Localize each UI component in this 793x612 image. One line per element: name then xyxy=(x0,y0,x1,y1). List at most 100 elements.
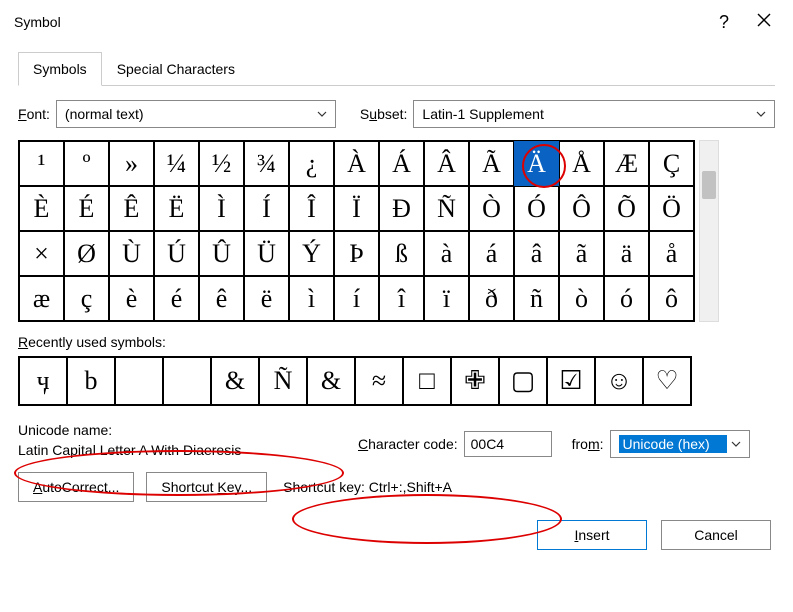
from-value: Unicode (hex) xyxy=(619,435,727,453)
symbol-cell[interactable]: Ã xyxy=(469,141,514,186)
help-button[interactable]: ? xyxy=(703,12,745,33)
symbol-cell[interactable]: Ï xyxy=(334,186,379,231)
chevron-down-icon xyxy=(727,436,745,452)
symbol-cell[interactable]: ß xyxy=(379,231,424,276)
symbol-cell[interactable]: Ü xyxy=(244,231,289,276)
symbol-cell[interactable]: Õ xyxy=(604,186,649,231)
symbol-cell[interactable]: ë xyxy=(244,276,289,321)
from-combo[interactable]: Unicode (hex) xyxy=(610,430,750,458)
symbol-cell[interactable]: Â xyxy=(424,141,469,186)
subset-combo[interactable]: Latin-1 Supplement xyxy=(413,100,775,128)
autocorrect-button[interactable]: AutoCorrect... xyxy=(18,472,134,502)
recent-symbol-cell[interactable]: & xyxy=(307,357,355,405)
symbol-cell[interactable]: × xyxy=(19,231,64,276)
symbol-cell[interactable]: Ð xyxy=(379,186,424,231)
symbol-cell[interactable]: é xyxy=(154,276,199,321)
scrollbar-thumb[interactable] xyxy=(702,171,716,199)
recent-symbol-cell[interactable]: ӌ xyxy=(19,357,67,405)
recent-symbol-cell[interactable]: Ñ xyxy=(259,357,307,405)
symbol-cell[interactable]: Ò xyxy=(469,186,514,231)
symbol-cell[interactable]: ò xyxy=(559,276,604,321)
symbol-cell[interactable]: ð xyxy=(469,276,514,321)
symbol-cell[interactable]: ¾ xyxy=(244,141,289,186)
symbol-cell[interactable]: É xyxy=(64,186,109,231)
symbol-cell[interactable]: Ú xyxy=(154,231,199,276)
symbol-cell[interactable]: À xyxy=(334,141,379,186)
subset-value: Latin-1 Supplement xyxy=(422,106,752,122)
symbol-cell[interactable]: Þ xyxy=(334,231,379,276)
symbol-cell[interactable]: Ë xyxy=(154,186,199,231)
symbol-cell[interactable]: Ø xyxy=(64,231,109,276)
recent-symbol-cell[interactable]: ♡ xyxy=(643,357,691,405)
insert-button[interactable]: Insert xyxy=(537,520,647,550)
symbol-cell[interactable]: ï xyxy=(424,276,469,321)
tab-symbols[interactable]: Symbols xyxy=(18,52,102,86)
symbol-cell[interactable]: ñ xyxy=(514,276,559,321)
character-code-label: Character code: xyxy=(358,436,458,452)
symbol-cell[interactable]: Û xyxy=(199,231,244,276)
close-icon xyxy=(757,13,771,27)
tab-bar: Symbols Special Characters xyxy=(18,52,775,86)
recent-label: Recently used symbols: xyxy=(18,334,775,350)
symbol-cell[interactable]: á xyxy=(469,231,514,276)
symbol-cell[interactable]: î xyxy=(379,276,424,321)
symbol-cell[interactable]: ê xyxy=(199,276,244,321)
symbol-cell[interactable]: Ñ xyxy=(424,186,469,231)
symbol-cell[interactable]: º xyxy=(64,141,109,186)
symbol-cell[interactable]: Ó xyxy=(514,186,559,231)
chevron-down-icon xyxy=(752,106,770,122)
tab-special-label: Special Characters xyxy=(117,61,235,77)
recent-symbol-cell[interactable] xyxy=(163,357,211,405)
symbol-cell[interactable]: ¹ xyxy=(19,141,64,186)
symbol-cell[interactable]: Æ xyxy=(604,141,649,186)
symbol-cell[interactable]: æ xyxy=(19,276,64,321)
chevron-down-icon xyxy=(313,106,331,122)
symbol-cell[interactable]: Å xyxy=(559,141,604,186)
symbol-cell[interactable]: ó xyxy=(604,276,649,321)
symbol-cell[interactable]: ¿ xyxy=(289,141,334,186)
symbol-cell[interactable]: ã xyxy=(559,231,604,276)
symbol-cell[interactable]: Ê xyxy=(109,186,154,231)
symbol-cell[interactable]: ì xyxy=(289,276,334,321)
symbol-cell[interactable]: Î xyxy=(289,186,334,231)
symbol-cell[interactable]: Í xyxy=(244,186,289,231)
symbol-cell[interactable]: Ù xyxy=(109,231,154,276)
symbol-cell[interactable]: è xyxy=(109,276,154,321)
symbol-cell[interactable]: Ý xyxy=(289,231,334,276)
symbol-cell[interactable]: å xyxy=(649,231,694,276)
symbol-cell[interactable]: ô xyxy=(649,276,694,321)
cancel-button[interactable]: Cancel xyxy=(661,520,771,550)
symbol-cell[interactable]: ¼ xyxy=(154,141,199,186)
close-button[interactable] xyxy=(745,13,783,32)
tab-special-characters[interactable]: Special Characters xyxy=(102,52,250,86)
character-code-input[interactable] xyxy=(464,431,552,457)
symbol-cell[interactable]: Ö xyxy=(649,186,694,231)
shortcut-key-button[interactable]: Shortcut Key... xyxy=(146,472,267,502)
recent-symbol-cell[interactable]: b xyxy=(67,357,115,405)
symbol-cell[interactable]: à xyxy=(424,231,469,276)
symbol-cell[interactable]: â xyxy=(514,231,559,276)
symbol-cell[interactable]: Ç xyxy=(649,141,694,186)
window-title: Symbol xyxy=(14,14,61,30)
symbol-cell[interactable]: ä xyxy=(604,231,649,276)
recent-symbol-cell[interactable]: ≈ xyxy=(355,357,403,405)
font-combo[interactable]: (normal text) xyxy=(56,100,336,128)
from-label: from: xyxy=(572,436,604,452)
recent-symbol-cell[interactable]: □ xyxy=(403,357,451,405)
recent-symbol-cell[interactable]: ☺ xyxy=(595,357,643,405)
grid-scrollbar[interactable] xyxy=(699,140,719,322)
symbol-cell[interactable]: í xyxy=(334,276,379,321)
recent-symbol-cell[interactable]: & xyxy=(211,357,259,405)
symbol-cell[interactable]: » xyxy=(109,141,154,186)
symbol-cell[interactable]: Ì xyxy=(199,186,244,231)
recent-symbol-cell[interactable] xyxy=(115,357,163,405)
symbol-cell[interactable]: Á xyxy=(379,141,424,186)
symbol-cell[interactable]: Ô xyxy=(559,186,604,231)
recent-symbol-cell[interactable]: ✙ xyxy=(451,357,499,405)
symbol-cell[interactable]: È xyxy=(19,186,64,231)
recent-symbol-cell[interactable]: ☑ xyxy=(547,357,595,405)
symbol-cell[interactable]: ½ xyxy=(199,141,244,186)
recent-symbol-cell[interactable]: ▢ xyxy=(499,357,547,405)
symbol-cell[interactable]: Ä xyxy=(514,141,559,186)
symbol-cell[interactable]: ç xyxy=(64,276,109,321)
